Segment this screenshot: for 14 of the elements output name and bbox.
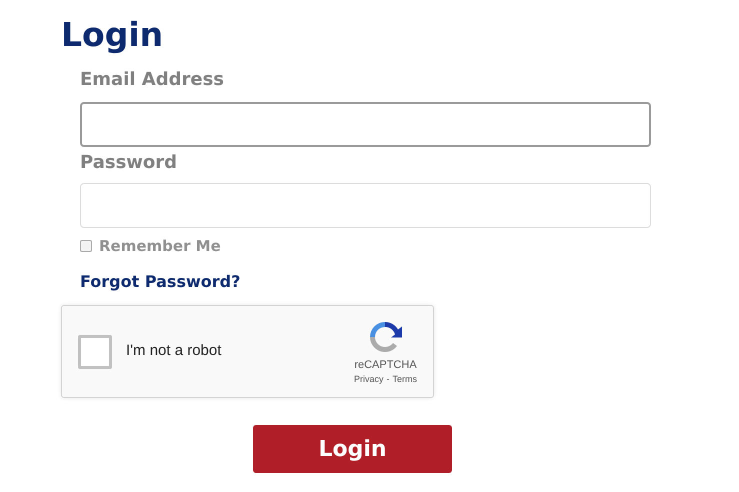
field-label: Email Address [80,68,224,92]
terms-link[interactable]: Terms [392,373,417,385]
captcha-brand: reCAPTCHA [354,358,417,372]
field-label: Password [80,151,178,175]
forgot-password-link[interactable]: Forgot Password? [80,272,240,292]
checkbox[interactable] [80,240,92,252]
input-field[interactable] [80,102,651,147]
page-title: Login [61,14,164,56]
checkbox-label: Remember Me [99,236,221,256]
login-button[interactable]: Login [253,425,452,473]
link-separator: - [386,373,390,385]
captcha-label: I'm not a robot [126,341,222,362]
captcha-checkbox[interactable] [78,334,112,368]
privacy-link[interactable]: Privacy [354,373,384,385]
